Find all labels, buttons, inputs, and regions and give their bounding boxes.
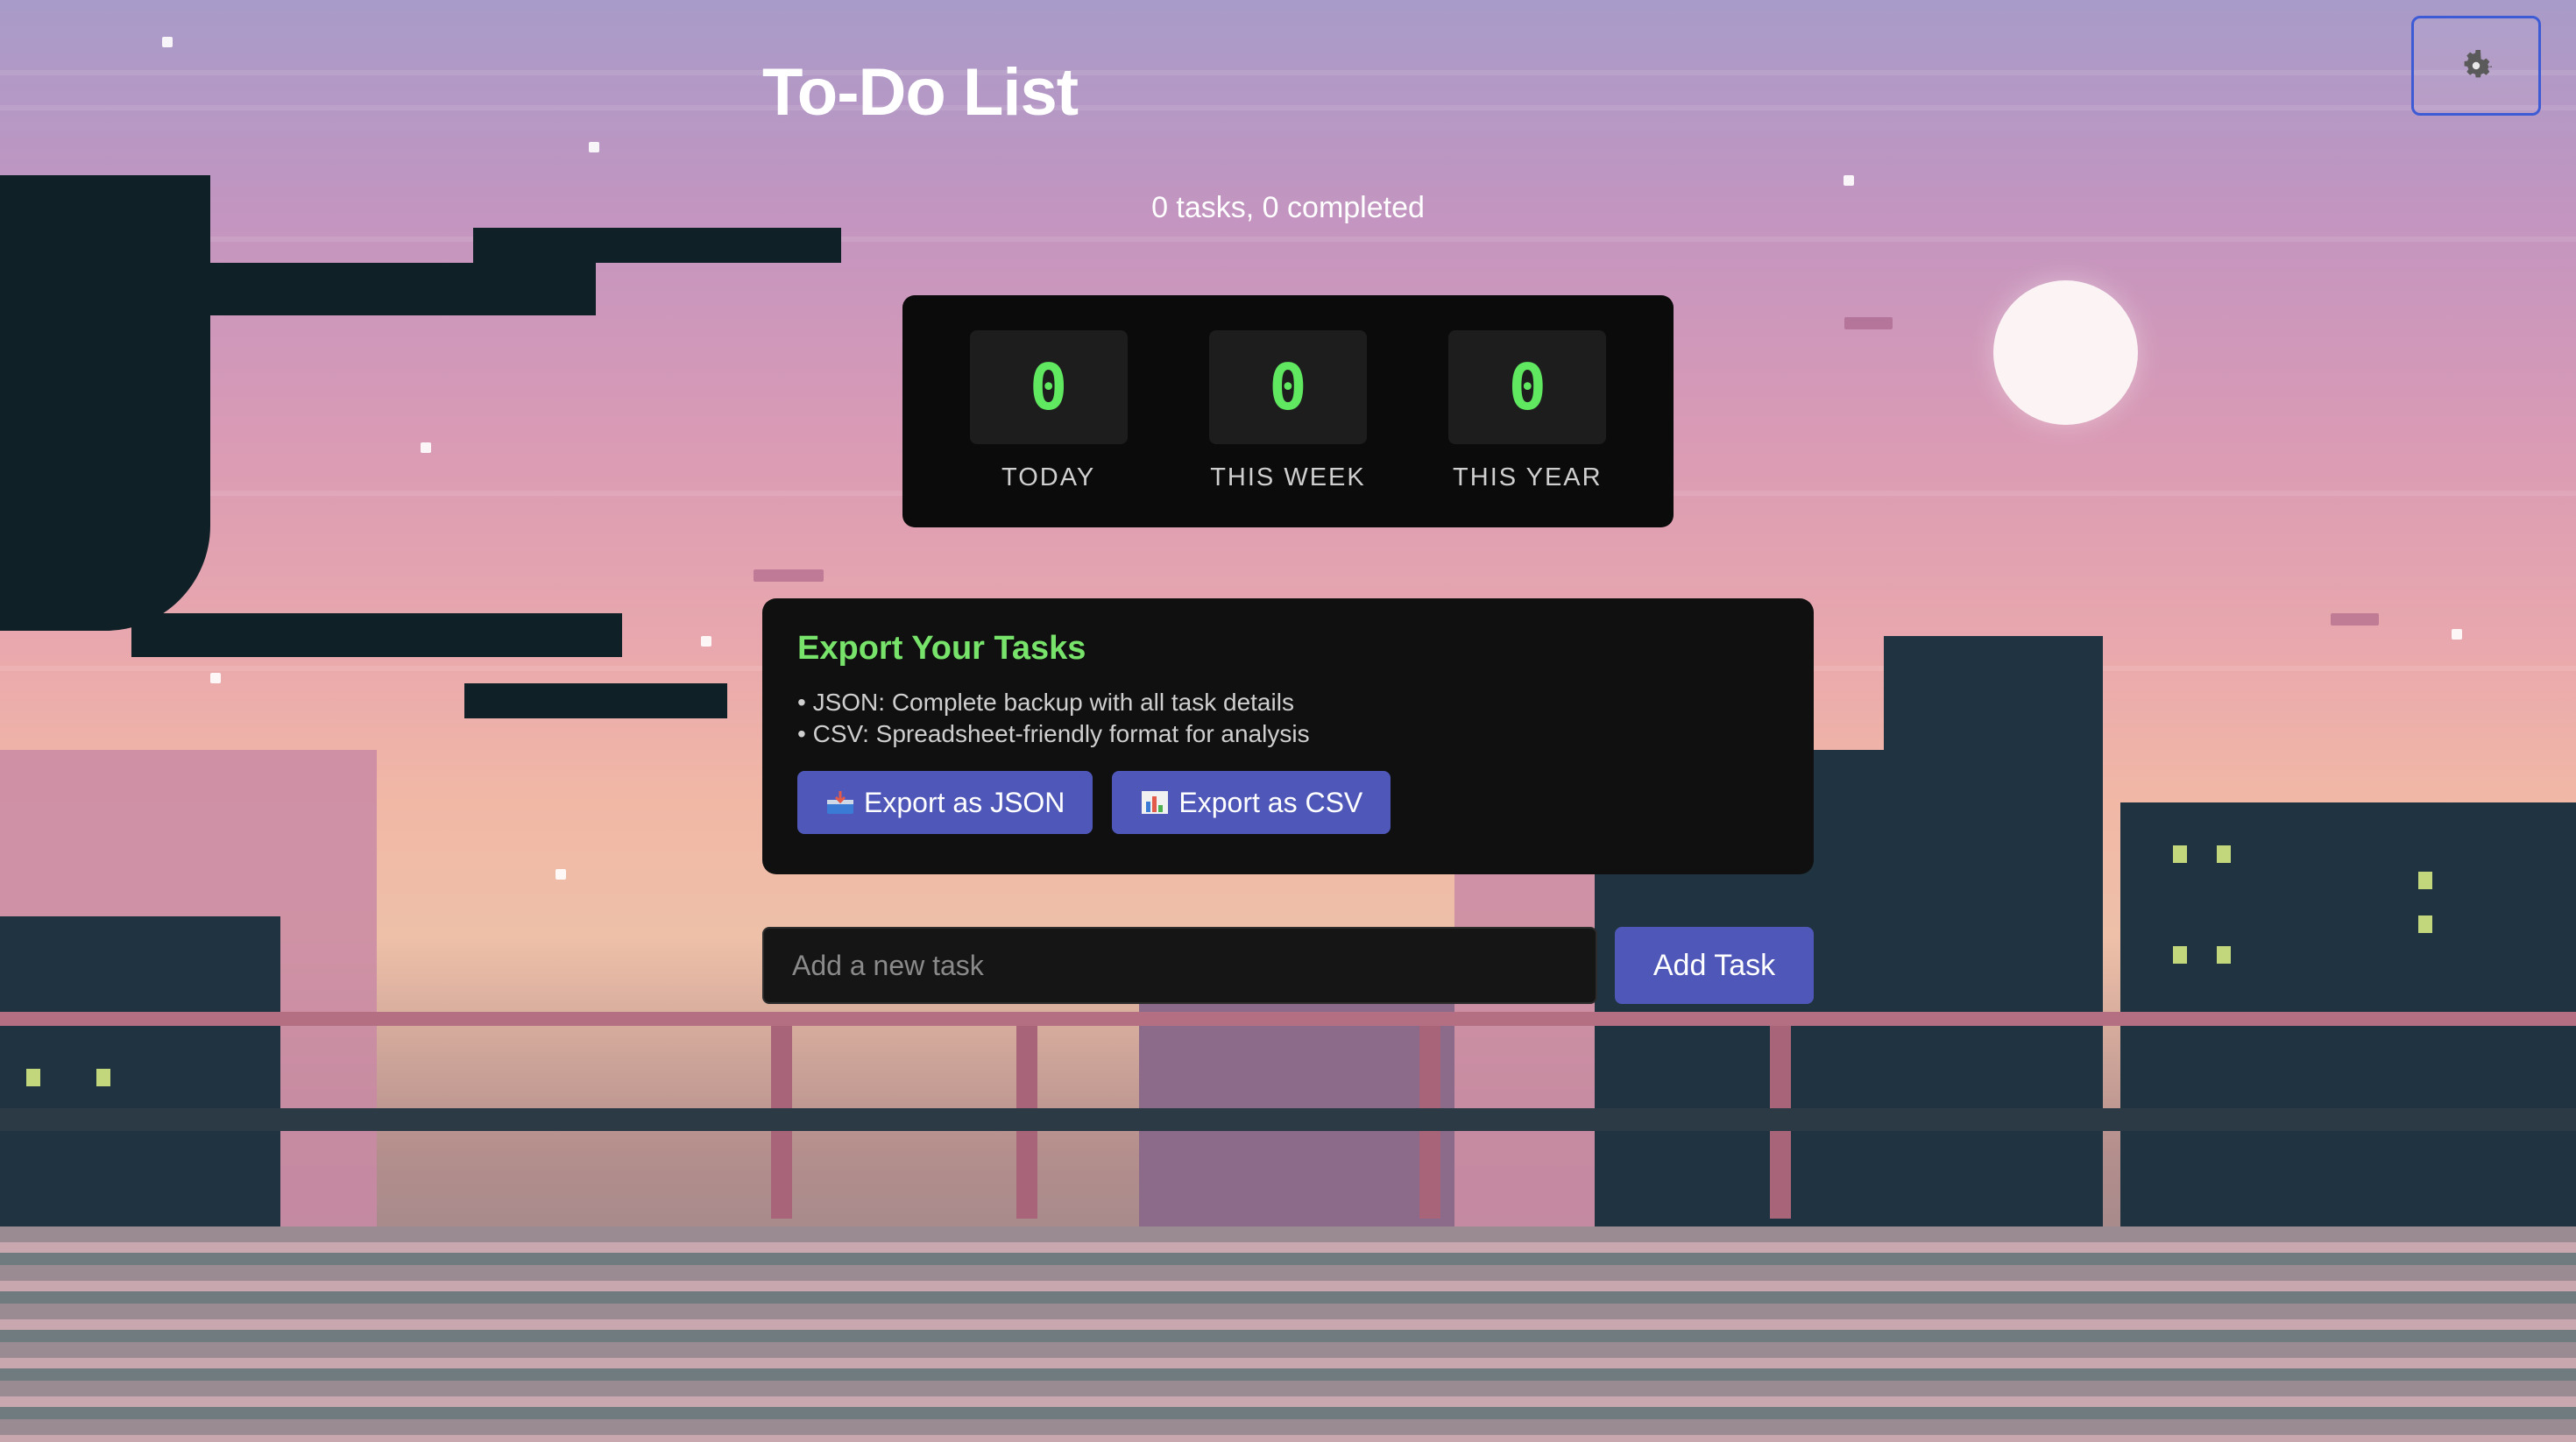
new-task-input[interactable] [762,927,1597,1004]
stat-this-year: 0 THIS YEAR [1422,330,1632,527]
tree-trunk [0,175,210,631]
export-description-list: JSON: Complete backup with all task deta… [797,687,1779,750]
stat-label: TODAY [1001,463,1096,491]
star [421,442,431,453]
window-light [2217,845,2231,863]
export-panel: Export Your Tasks JSON: Complete backup … [762,598,1814,874]
stats-panel: 0 TODAY 0 THIS WEEK 0 THIS YEAR [902,295,1674,527]
export-description-item: JSON: Complete backup with all task deta… [797,687,1779,718]
inbox-tray-icon [827,791,853,814]
star [1844,175,1854,186]
page-title: To-Do List [762,55,1079,130]
stat-label: THIS YEAR [1453,463,1603,491]
cloud [1844,317,1893,329]
cloud [2331,613,2379,626]
gear-icon [2464,49,2493,78]
export-button-row: Export as JSON Export as CSV [797,771,1779,834]
task-summary: 0 tasks, 0 completed [1151,191,1425,224]
add-task-button[interactable]: Add Task [1615,927,1814,1004]
stat-value: 0 [969,330,1128,444]
settings-button[interactable] [2411,16,2541,116]
star [162,37,173,47]
cloud [754,569,824,582]
tree-branch [464,683,727,718]
window-light [2173,946,2187,964]
export-csv-button[interactable]: Export as CSV [1112,771,1391,834]
window-light [96,1069,110,1086]
moon [1993,280,2138,425]
building [0,916,280,1241]
star [589,142,599,152]
sky-stripe [0,70,2576,75]
star [210,673,221,683]
star [556,869,566,880]
stat-value: 0 [1448,330,1607,444]
tree-branch [131,613,622,657]
export-json-label: Export as JSON [864,786,1065,818]
bridge-deck [0,1108,2576,1131]
export-title: Export Your Tasks [797,630,1086,667]
window-light [2418,915,2432,933]
star [2452,629,2462,640]
bar-chart-icon [1142,791,1169,814]
window-light [26,1069,40,1086]
export-csv-label: Export as CSV [1178,786,1363,818]
sky-stripe [0,237,2576,242]
sky-stripe [0,105,2576,110]
bridge-rail [0,1012,2576,1026]
stat-label: THIS WEEK [1210,463,1366,491]
water-reflection [0,1226,2576,1442]
tree-branch [105,263,596,315]
stat-today: 0 TODAY [944,330,1154,527]
stat-value: 0 [1208,330,1367,444]
building [1884,636,2103,1241]
window-light [2173,845,2187,863]
window-light [2418,872,2432,889]
export-json-button[interactable]: Export as JSON [797,771,1093,834]
window-light [2217,946,2231,964]
stat-this-week: 0 THIS WEEK [1183,330,1393,527]
tree-branch [473,228,841,263]
star [701,636,711,647]
export-description-item: CSV: Spreadsheet-friendly format for ana… [797,718,1779,750]
